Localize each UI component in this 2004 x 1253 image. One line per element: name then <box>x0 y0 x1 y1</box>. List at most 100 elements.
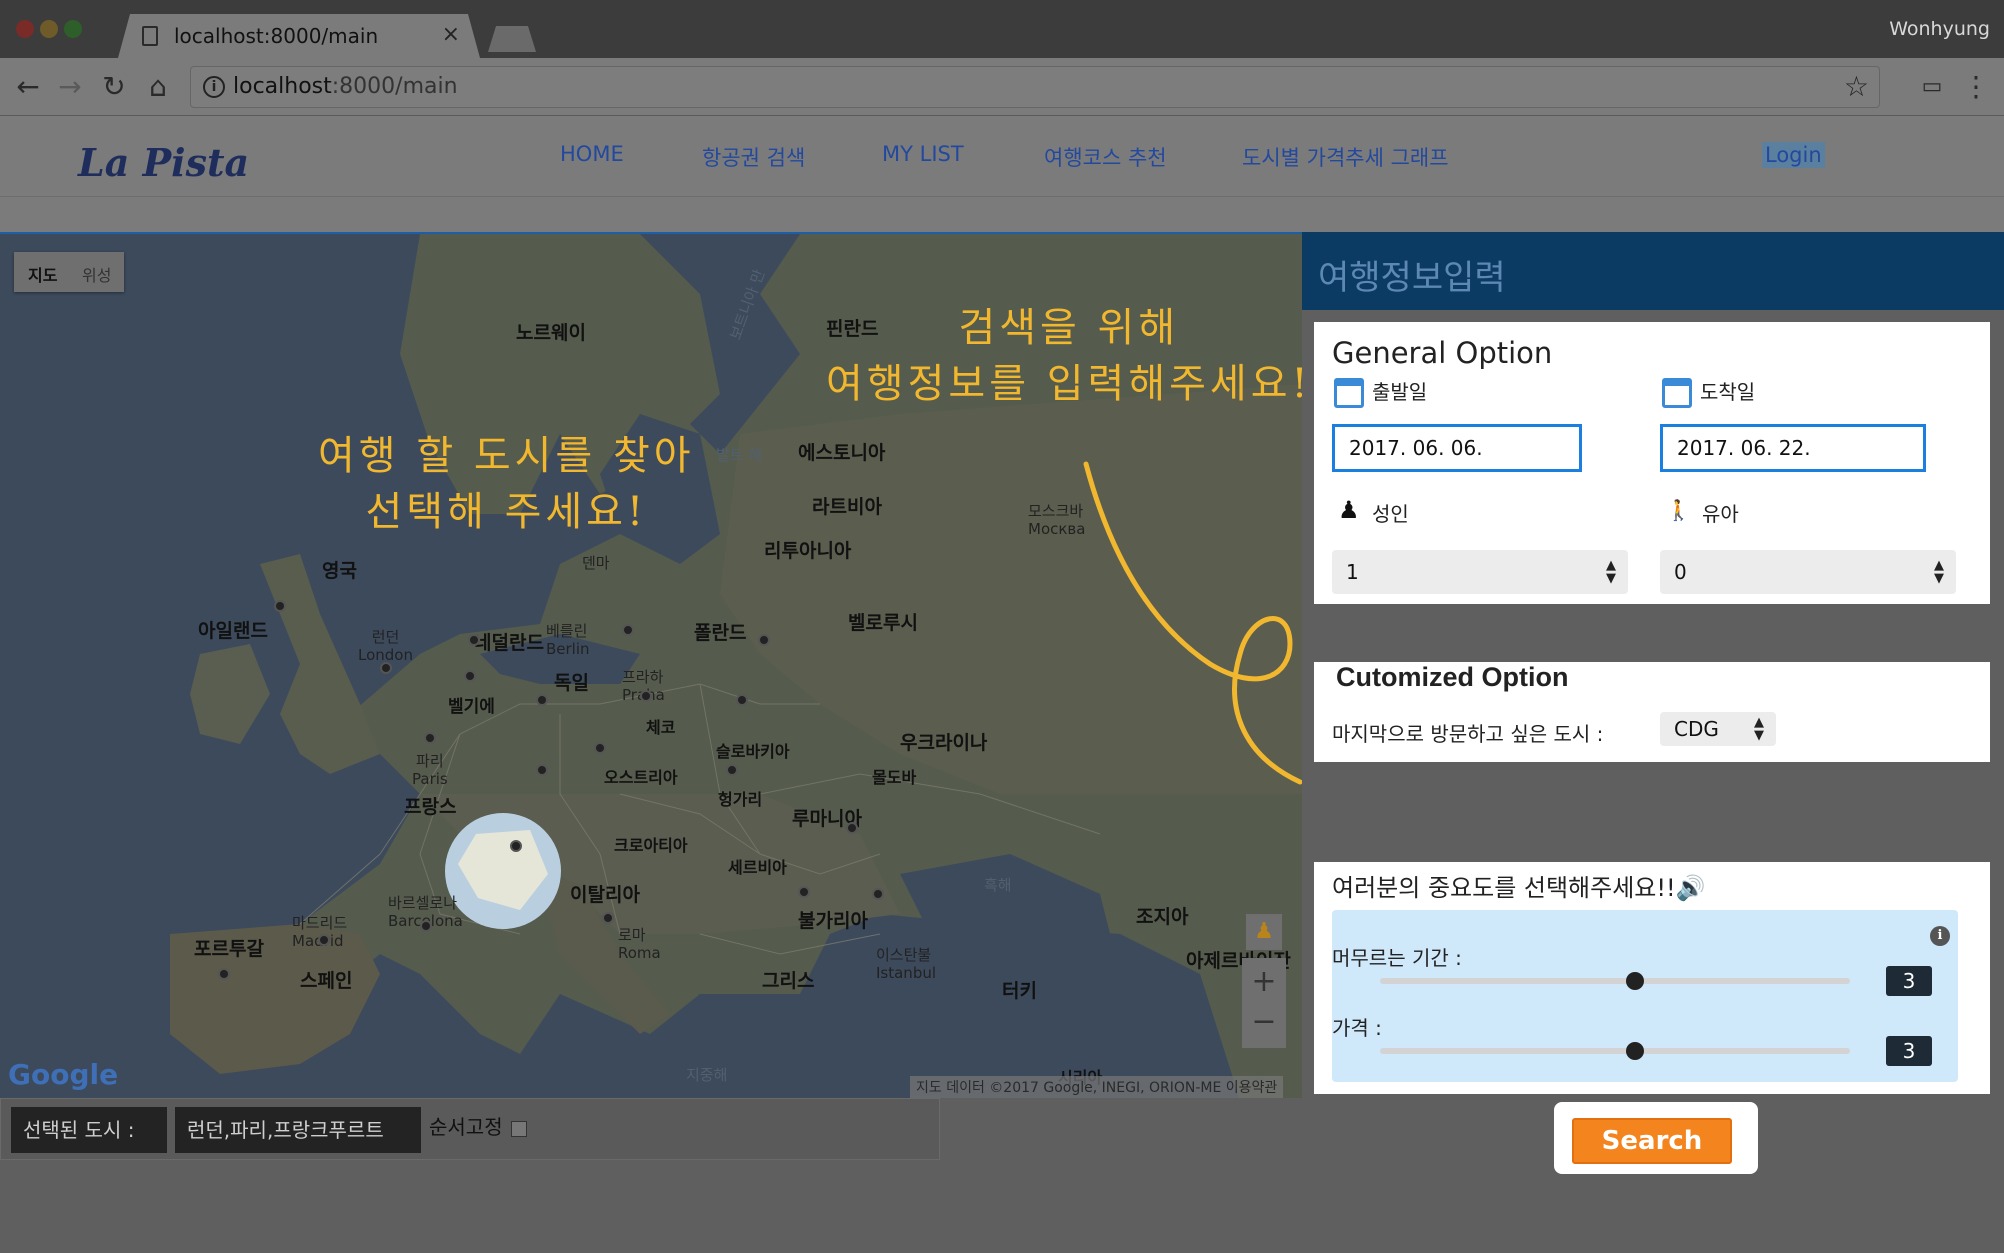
stay-duration-value: 3 <box>1886 966 1932 996</box>
address-bar[interactable]: i localhost:8000/main ☆ <box>190 66 1880 108</box>
map-label: 오스트리아 <box>604 768 678 787</box>
child-count-select[interactable]: 0 ▲ ▼ <box>1660 550 1956 594</box>
google-logo: Google <box>8 1058 119 1091</box>
city-marker[interactable] <box>464 670 476 682</box>
city-marker[interactable] <box>640 690 652 702</box>
browser-toolbar: ← → ↻ ⌂ i localhost:8000/main ☆ ▭ ⋮ <box>0 58 2004 116</box>
order-fix-checkbox[interactable] <box>511 1121 527 1137</box>
city-marker[interactable] <box>594 742 606 754</box>
map-label: 조지아 <box>1136 906 1189 928</box>
depart-date-label: 출발일 <box>1372 380 1428 404</box>
profile-name[interactable]: Wonhyung <box>1889 18 1990 40</box>
map-label: 덴마 <box>582 554 610 572</box>
back-arrow-icon[interactable]: ← <box>10 70 46 104</box>
depart-date-input[interactable]: 2017. 06. 06. <box>1332 424 1582 472</box>
city-marker[interactable] <box>424 732 436 744</box>
slider-thumb[interactable] <box>1626 972 1644 990</box>
city-marker[interactable] <box>380 662 392 674</box>
adult-person-icon: ♟ <box>1338 496 1360 524</box>
cast-icon[interactable]: ▭ <box>1914 70 1950 104</box>
site-navbar: La Pista HOME 항공권 검색 MY LIST 여행코스 추천 도시별… <box>0 116 2004 234</box>
forward-arrow-icon[interactable]: → <box>52 70 88 104</box>
street-view-pegman-icon[interactable]: ♟ <box>1246 914 1282 950</box>
city-marker[interactable] <box>218 968 230 980</box>
map-type-satellite-button[interactable]: 위성 <box>82 262 111 286</box>
search-button[interactable]: Search <box>1572 1118 1732 1164</box>
city-marker[interactable] <box>846 822 858 834</box>
map-label: 네덜란드 <box>474 632 544 654</box>
select-arrows-icon: ▲ ▼ <box>1606 558 1616 586</box>
info-icon[interactable]: i <box>1930 926 1950 946</box>
adult-count-select[interactable]: 1 ▲ ▼ <box>1332 550 1628 594</box>
nav-home[interactable]: HOME <box>560 142 624 166</box>
zoom-in-button[interactable]: + <box>1242 964 1286 999</box>
maximize-window-button[interactable] <box>64 20 82 38</box>
stay-duration-slider[interactable] <box>1380 972 1850 990</box>
reload-icon[interactable]: ↻ <box>96 70 132 104</box>
nav-course-recommend[interactable]: 여행코스 추천 <box>1044 142 1167 172</box>
city-marker[interactable] <box>622 624 634 636</box>
child-label: 유아 <box>1702 502 1739 526</box>
city-marker[interactable] <box>736 694 748 706</box>
calendar-icon <box>1334 378 1364 408</box>
info-icon[interactable]: i <box>203 76 225 98</box>
map-label: 노르웨이 <box>516 322 586 344</box>
city-marker[interactable] <box>536 764 548 776</box>
minimize-window-button[interactable] <box>40 20 58 38</box>
city-marker[interactable] <box>758 634 770 646</box>
map-view[interactable]: 지도 위성 노르웨이 핀란드 보트니아 만 발트 해 에스토니아 라트비아 리투… <box>0 232 1302 1098</box>
map-label: 라트비아 <box>812 496 882 518</box>
price-label: 가격 : <box>1332 1016 1382 1040</box>
city-marker[interactable] <box>510 840 522 852</box>
map-label: 발트 해 <box>716 446 763 464</box>
map-label: 벨기에 <box>448 697 495 717</box>
city-marker[interactable] <box>420 920 432 932</box>
map-type-map-button[interactable]: 지도 <box>28 262 57 286</box>
calendar-icon <box>1662 378 1692 408</box>
arrive-date-input[interactable]: 2017. 06. 22. <box>1660 424 1926 472</box>
select-arrows-icon: ▲ ▼ <box>1754 715 1764 743</box>
price-slider[interactable] <box>1380 1042 1850 1060</box>
nav-divider <box>0 196 2004 197</box>
city-marker[interactable] <box>872 888 884 900</box>
city-marker[interactable] <box>468 634 480 646</box>
close-tab-icon[interactable]: × <box>442 22 460 47</box>
bookmark-star-icon[interactable]: ☆ <box>1844 70 1869 103</box>
new-tab-button[interactable] <box>488 26 536 52</box>
url-host: localhost <box>233 74 332 99</box>
city-marker[interactable] <box>536 694 548 706</box>
city-marker[interactable] <box>798 886 810 898</box>
annotation-enter-info: 검색을 위해 여행정보를 입력해주세요! <box>826 305 1302 407</box>
map-label: 우크라이나 <box>900 732 988 754</box>
menu-icon[interactable]: ⋮ <box>1958 70 1994 104</box>
url-text[interactable]: localhost:8000/main <box>233 74 458 99</box>
map-label: 리투아니아 <box>764 540 852 562</box>
arrive-date-label: 도착일 <box>1700 380 1756 404</box>
city-marker[interactable] <box>274 600 286 612</box>
map-label: 터키 <box>1002 980 1037 1002</box>
city-marker[interactable] <box>318 934 330 946</box>
city-marker[interactable] <box>726 764 738 776</box>
importance-box: i 머무르는 기간 : 3 가격 : 3 <box>1332 910 1958 1082</box>
nav-flight-search[interactable]: 항공권 검색 <box>702 142 805 172</box>
map-label: 영국 <box>322 560 357 582</box>
zoom-out-button[interactable]: − <box>1242 1004 1286 1039</box>
map-label: 슬로바키아 <box>716 742 790 761</box>
browser-tab[interactable]: localhost:8000/main × <box>118 14 480 58</box>
slider-thumb[interactable] <box>1626 1042 1644 1060</box>
home-icon[interactable]: ⌂ <box>140 70 176 104</box>
close-window-button[interactable] <box>16 20 34 38</box>
map-attribution[interactable]: 지도 데이터 ©2017 Google, INEGI, ORION-ME 이용약… <box>910 1076 1284 1098</box>
importance-title: 여러분의 중요도를 선택해주세요!!🔊 <box>1332 874 1706 902</box>
panel-header: 여행정보입력 <box>1302 232 2004 310</box>
nav-my-list[interactable]: MY LIST <box>882 142 964 166</box>
city-marker[interactable] <box>602 912 614 924</box>
url-path: :8000/main <box>331 74 458 99</box>
last-city-select[interactable]: CDG ▲ ▼ <box>1660 712 1776 746</box>
customized-option-card: Cutomized Option 마지막으로 방문하고 싶은 도시 : CDG … <box>1314 662 1990 762</box>
map-label: 이탈리아 <box>570 884 640 906</box>
tab-title: localhost:8000/main <box>174 24 379 48</box>
login-button[interactable]: Login <box>1762 142 1825 168</box>
nav-price-trend-graph[interactable]: 도시별 가격추세 그래프 <box>1242 142 1449 172</box>
site-logo[interactable]: La Pista <box>78 140 249 185</box>
